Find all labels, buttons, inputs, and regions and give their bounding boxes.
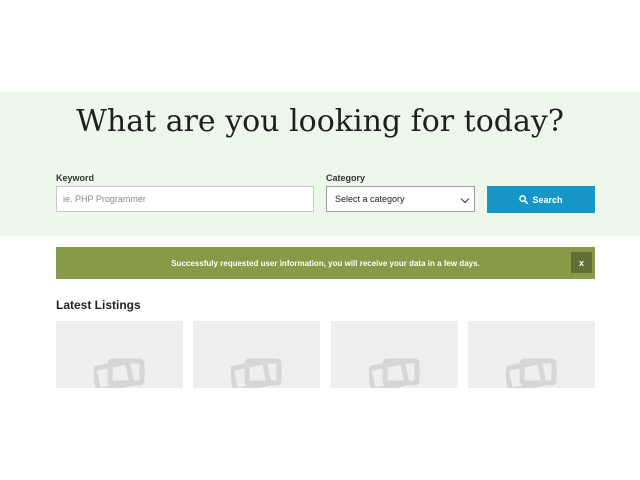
image-placeholder-icon: [231, 358, 282, 388]
success-alert: Successfuly requested user information, …: [56, 247, 595, 279]
keyword-input[interactable]: [56, 186, 314, 212]
chevron-down-icon: [460, 194, 470, 204]
image-placeholder-icon: [94, 358, 145, 388]
keyword-label: Keyword: [56, 173, 95, 183]
category-select[interactable]: Select a category: [326, 186, 475, 212]
page-title: What are you looking for today?: [76, 104, 564, 139]
listing-card[interactable]: [468, 321, 595, 388]
close-icon: x: [578, 257, 584, 268]
category-label: Category: [326, 173, 366, 183]
close-alert-button[interactable]: x: [571, 252, 592, 273]
latest-listings-title: Latest Listings: [56, 298, 141, 312]
image-placeholder-icon: [506, 358, 557, 388]
image-placeholder-icon: [369, 358, 420, 388]
listing-card[interactable]: [193, 321, 320, 388]
search-icon: [519, 195, 529, 204]
listing-card[interactable]: [331, 321, 458, 388]
listing-card[interactable]: [56, 321, 183, 388]
alert-message: Successfuly requested user information, …: [171, 258, 480, 268]
search-button-label: Search: [532, 194, 563, 205]
category-selected-value: Select a category: [335, 194, 405, 204]
search-button[interactable]: Search: [487, 186, 595, 213]
